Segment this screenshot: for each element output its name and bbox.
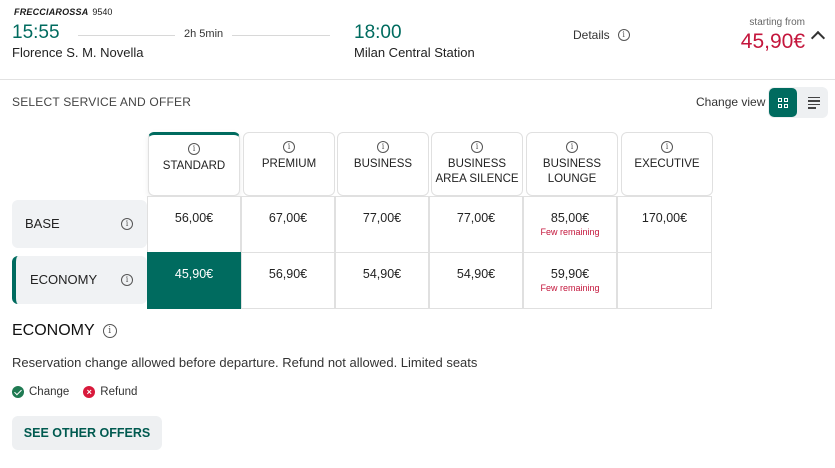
change-view-label: Change view [696,95,766,109]
info-icon[interactable]: i [121,274,133,286]
starting-price-box: starting from 45,90€ [741,17,805,54]
service-business-area-silence[interactable]: i BUSINESS AREA SILENCE [431,132,523,196]
refund-label: Refund [100,386,138,398]
arrival-station: Milan Central Station [354,45,475,60]
trip-duration: 2h 5min [184,28,224,40]
chevron-up-icon[interactable] [810,30,826,46]
info-icon[interactable]: i [121,218,133,230]
cell-price: 59,90€ [550,267,590,281]
route-line-left [78,35,175,36]
offer-row-base[interactable]: BASE i [12,200,147,248]
service-label: BUSINESS [353,158,413,170]
price-cell[interactable]: 77,00€ [429,196,523,253]
price-cell-selected[interactable]: 45,90€ [147,252,241,309]
price-cell-empty [617,252,712,309]
price-cell[interactable]: 85,00€ Few remaining [523,196,617,253]
cell-note: Few remaining [540,227,600,237]
service-premium[interactable]: i PREMIUM [243,132,335,196]
see-other-offers-button[interactable]: SEE OTHER OFFERS [12,416,162,450]
starting-price: 45,90€ [740,30,805,53]
list-view-button[interactable] [800,88,827,117]
cell-note: Few remaining [540,283,600,293]
refund-condition: × Refund [83,386,137,398]
offer-label: BASE [25,216,60,231]
info-icon[interactable]: i [661,141,673,153]
price-cell[interactable]: 77,00€ [335,196,429,253]
train-number: 9540 [92,7,113,17]
cell-price: 77,00€ [456,211,496,225]
price-cell[interactable]: 56,90€ [241,252,335,309]
info-icon[interactable]: i [471,141,483,153]
price-cell[interactable]: 54,90€ [335,252,429,309]
cell-price: 67,00€ [268,211,308,225]
info-icon[interactable]: i [617,29,630,41]
price-cell[interactable]: 170,00€ [617,196,712,253]
cell-price: 54,90€ [456,267,496,281]
service-executive[interactable]: i EXECUTIVE [621,132,713,196]
section-title: SELECT SERVICE AND OFFER [12,95,192,109]
service-label: STANDARD [162,160,226,172]
info-icon[interactable]: i [283,141,295,153]
list-view-icon [807,96,820,98]
cell-price: 56,90€ [268,267,308,281]
service-business-lounge[interactable]: i BUSINESS LOUNGE [526,132,618,196]
check-circle-icon [12,386,24,398]
departure-station: Florence S. M. Novella [12,45,144,60]
cell-price: 85,00€ [550,211,590,225]
change-condition: Change [12,386,69,398]
train-summary-header[interactable]: FRECCIAROSSA 9540 15:55 Florence S. M. N… [0,0,835,80]
view-toggle [768,87,828,118]
offer-title-text: ECONOMY [12,322,95,339]
price-cell[interactable]: 59,90€ Few remaining [523,252,617,309]
cell-price: 56,00€ [174,211,214,225]
brand-logo: FRECCIAROSSA [14,7,89,17]
cell-price: 170,00€ [641,211,688,225]
details-link[interactable]: Details i [573,28,630,42]
cell-price: 54,90€ [362,267,402,281]
service-standard[interactable]: i STANDARD [148,132,240,196]
offer-row-economy[interactable]: ECONOMY i [12,256,147,304]
departure-time: 15:55 [12,22,60,43]
offer-title: ECONOMY i [12,322,117,340]
service-label: BUSINESS [542,158,602,170]
info-icon[interactable]: i [377,141,389,153]
info-icon[interactable]: i [566,141,578,153]
price-cell[interactable]: 54,90€ [429,252,523,309]
offer-description: Reservation change allowed before depart… [12,355,478,370]
service-label: BUSINESS [447,158,507,170]
offer-label: ECONOMY [30,272,98,287]
details-label: Details [573,28,610,42]
arrival-time: 18:00 [354,22,402,43]
cell-price: 45,90€ [174,267,214,281]
grid-view-button[interactable] [769,88,797,117]
offer-conditions: Change × Refund [12,386,137,398]
service-business[interactable]: i BUSINESS [337,132,429,196]
info-icon[interactable]: i [188,143,200,155]
service-label: PREMIUM [261,158,317,170]
starting-from-label: starting from [749,17,805,28]
brand: FRECCIAROSSA 9540 [14,7,112,17]
service-label: EXECUTIVE [634,158,700,170]
cell-price: 77,00€ [362,211,402,225]
grid-view-icon [778,97,788,108]
info-icon[interactable]: i [102,324,117,338]
price-cell[interactable]: 56,00€ [147,196,241,253]
cross-circle-icon: × [83,386,96,398]
change-label: Change [29,386,70,398]
route-line-right [232,35,330,36]
price-cell[interactable]: 67,00€ [241,196,335,253]
